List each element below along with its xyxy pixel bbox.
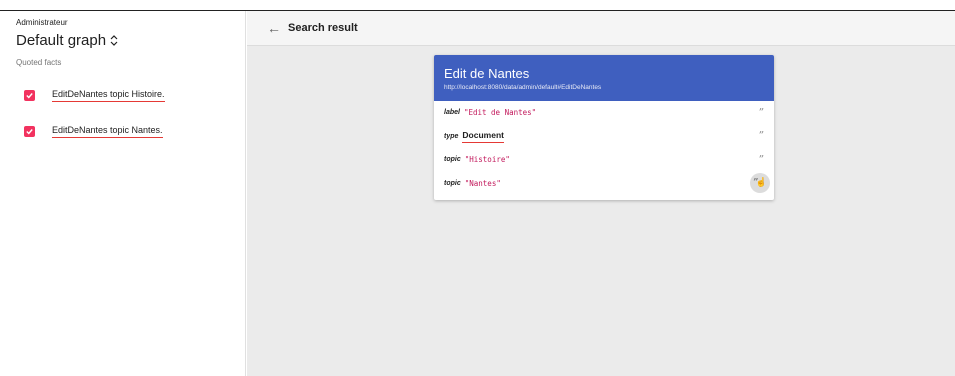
- property-row: topic "Nantes" ” ☝: [434, 172, 774, 196]
- section-label-quoted-facts: Quoted facts: [16, 58, 62, 67]
- fact-checkbox[interactable]: [24, 126, 35, 137]
- quoted-fact-item: EditDeNantes topic Nantes.: [24, 125, 163, 138]
- fact-checkbox[interactable]: [24, 90, 35, 101]
- format-quote-icon[interactable]: ”: [759, 155, 764, 165]
- user-role: Administrateur: [16, 18, 68, 27]
- property-name: topic: [444, 156, 461, 164]
- check-icon: [26, 129, 33, 135]
- quoted-fact-item: EditDeNantes topic Histoire.: [24, 89, 165, 102]
- format-quote-icon[interactable]: ”: [759, 131, 764, 141]
- resource-card: Edit de Nantes http://localhost:8080/dat…: [434, 55, 774, 200]
- property-value: "Histoire": [464, 155, 510, 165]
- hand-pointer-icon: ☝: [755, 178, 767, 189]
- format-quote-icon[interactable]: ” ☝: [750, 173, 770, 194]
- card-header: Edit de Nantes http://localhost:8080/dat…: [434, 55, 774, 101]
- property-value: Document: [462, 130, 504, 143]
- format-quote-icon[interactable]: ”: [759, 108, 764, 118]
- arrow-left-icon[interactable]: ←: [266, 20, 282, 36]
- property-name: type: [444, 132, 459, 140]
- toolbar: ← Search result: [247, 11, 955, 46]
- property-row: label "Edit de Nantes" ”: [434, 101, 774, 125]
- fact-text: EditDeNantes topic Nantes.: [52, 125, 163, 138]
- sidebar: Administrateur Default graph Quoted fact…: [0, 11, 246, 376]
- page-title: Search result: [288, 22, 358, 34]
- property-row: topic "Histoire" ”: [434, 148, 774, 172]
- property-name: topic: [444, 179, 461, 187]
- unfold-more-icon: [110, 35, 118, 46]
- check-icon: [26, 93, 33, 99]
- graph-name: Default graph: [16, 32, 107, 49]
- property-value: "Edit de Nantes": [463, 108, 537, 118]
- card-title: Edit de Nantes: [444, 66, 530, 81]
- property-name: label: [444, 109, 460, 117]
- graph-selector[interactable]: Default graph: [16, 32, 118, 49]
- fact-text: EditDeNantes topic Histoire.: [52, 89, 165, 102]
- property-row: type Document ”: [434, 125, 774, 149]
- card-uri: http://localhost:8080/data/admin/default…: [444, 84, 602, 91]
- property-value: "Nantes": [464, 178, 501, 188]
- main-content: ← Search result Edit de Nantes http://lo…: [247, 11, 955, 376]
